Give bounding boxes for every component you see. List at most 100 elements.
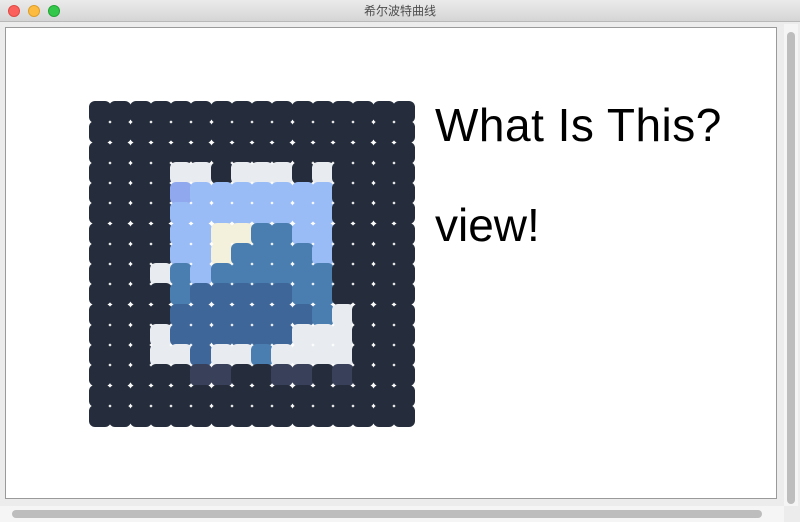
mosaic-cell	[210, 242, 233, 265]
mosaic-cell	[251, 222, 273, 245]
mosaic-cell	[352, 283, 375, 306]
mosaic-cell	[271, 161, 294, 184]
mosaic-cell	[89, 141, 111, 164]
mosaic-cell	[392, 384, 415, 407]
mosaic-cell	[392, 121, 415, 144]
mosaic-cell	[332, 182, 354, 204]
mosaic-cell	[271, 384, 294, 407]
mosaic-cell	[291, 182, 314, 204]
mosaic-cell	[291, 283, 314, 306]
view-text: view!	[435, 199, 540, 251]
mosaic-cell	[129, 141, 152, 164]
mosaic-cell	[271, 182, 294, 204]
mosaic-cell	[129, 242, 152, 265]
mosaic-cell	[109, 242, 132, 265]
mosaic-cell	[291, 303, 314, 326]
mosaic-cell	[372, 303, 395, 326]
mosaic-cell	[89, 404, 111, 427]
mosaic-cell	[291, 263, 314, 285]
mosaic-cell	[372, 323, 395, 346]
mosaic-cell	[352, 121, 375, 144]
mosaic-cell	[291, 323, 314, 346]
mosaic-cell	[332, 384, 354, 407]
vertical-scroll-thumb[interactable]	[787, 32, 795, 504]
mosaic-cell	[210, 222, 233, 245]
mosaic-cell	[129, 263, 152, 285]
mosaic-cell	[372, 202, 395, 225]
mosaic-cell	[149, 384, 172, 407]
mosaic-cell	[109, 404, 132, 427]
vertical-scrollbar[interactable]	[784, 24, 798, 506]
mosaic-cell	[271, 344, 294, 366]
mosaic-cell	[210, 263, 233, 285]
mosaic-cell	[271, 404, 294, 427]
mosaic-cell	[230, 121, 253, 144]
mosaic-cell	[149, 404, 172, 427]
mosaic-cell	[170, 283, 192, 306]
mosaic-cell	[149, 263, 172, 285]
mosaic-cell	[210, 283, 233, 306]
mosaic-cell	[332, 141, 354, 164]
mosaic-cell	[89, 121, 111, 144]
mosaic-cell	[372, 364, 395, 387]
mosaic-cell	[230, 344, 253, 366]
mosaic-cell	[210, 161, 233, 184]
mosaic-cell	[149, 182, 172, 204]
mosaic-cell	[311, 161, 334, 184]
horizontal-scrollbar[interactable]	[0, 506, 784, 522]
title-bar[interactable]: 希尔波特曲线	[0, 0, 800, 22]
mosaic-cell	[392, 323, 415, 346]
mosaic-cell	[291, 404, 314, 427]
mosaic-cell	[251, 121, 273, 144]
mosaic-cell	[109, 141, 132, 164]
mosaic-cell	[311, 364, 334, 387]
mosaic-cell	[271, 101, 294, 123]
mosaic-cell	[352, 323, 375, 346]
mosaic-cell	[372, 404, 395, 427]
mosaic-cell	[170, 404, 192, 427]
mosaic-cell	[109, 101, 132, 123]
mosaic-cell	[392, 141, 415, 164]
mosaic-cell	[170, 323, 192, 346]
horizontal-scroll-thumb[interactable]	[12, 510, 762, 518]
mosaic-cell	[170, 303, 192, 326]
mosaic-cell	[311, 303, 334, 326]
mosaic-cell	[170, 384, 192, 407]
mosaic-cell	[129, 101, 152, 123]
mosaic-cell	[190, 263, 213, 285]
mosaic-cell	[109, 161, 132, 184]
mosaic-cell	[311, 263, 334, 285]
mosaic-cell	[311, 121, 334, 144]
mosaic-cell	[230, 323, 253, 346]
mosaic-cell	[109, 283, 132, 306]
mosaic-cell	[210, 303, 233, 326]
mosaic-cell	[311, 242, 334, 265]
mosaic-cell	[210, 384, 233, 407]
mosaic-cell	[352, 182, 375, 204]
mosaic-cell	[392, 364, 415, 387]
mosaic-cell	[291, 202, 314, 225]
mosaic-cell	[311, 404, 334, 427]
mosaic-cell	[149, 344, 172, 366]
mosaic-cell	[190, 141, 213, 164]
mosaic-cell	[230, 182, 253, 204]
mosaic-cell	[89, 182, 111, 204]
mosaic-cell	[311, 384, 334, 407]
mosaic-cell	[251, 263, 273, 285]
mosaic-cell	[392, 263, 415, 285]
mosaic-cell	[251, 323, 273, 346]
mosaic-cell	[230, 364, 253, 387]
mosaic-cell	[190, 364, 213, 387]
mosaic-cell	[352, 101, 375, 123]
mosaic-cell	[149, 121, 172, 144]
mosaic-cell	[332, 121, 354, 144]
mosaic-cell	[89, 263, 111, 285]
mosaic-cell	[170, 242, 192, 265]
mosaic-cell	[271, 141, 294, 164]
mosaic-cell	[190, 323, 213, 346]
mosaic-cell	[170, 121, 192, 144]
mosaic-cell	[251, 141, 273, 164]
mosaic-cell	[170, 161, 192, 184]
mosaic-cell	[372, 263, 395, 285]
mosaic-cell	[291, 222, 314, 245]
